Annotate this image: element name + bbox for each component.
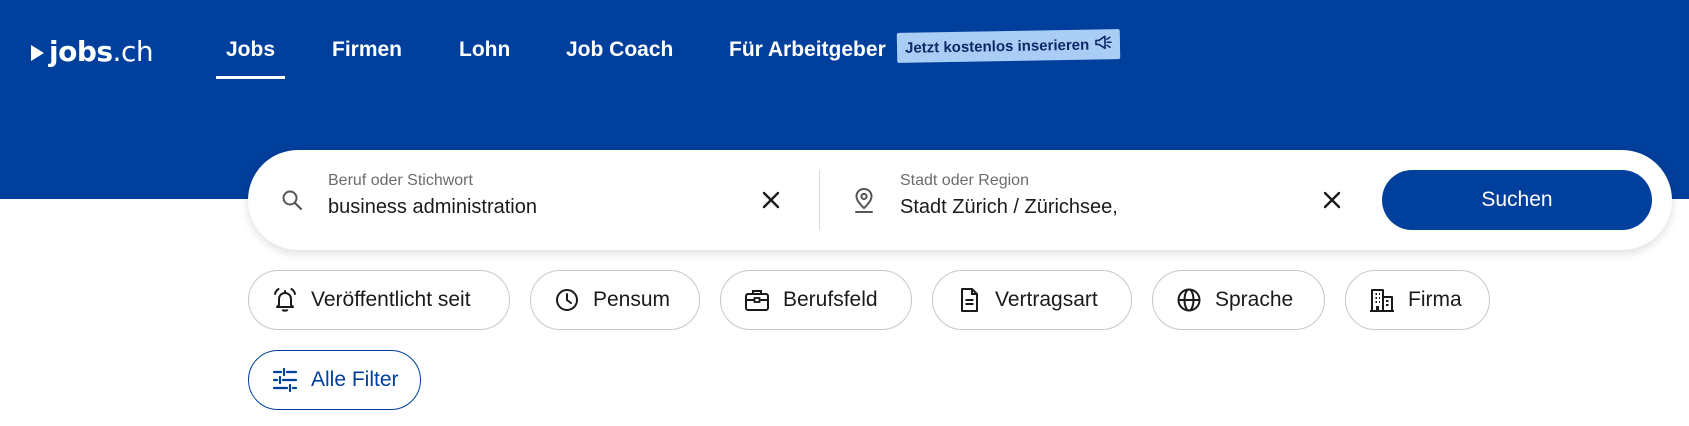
building-icon: [1370, 289, 1394, 312]
filter-firma[interactable]: Firma: [1345, 270, 1490, 330]
jobs-ch-logo[interactable]: jobs.ch: [31, 34, 154, 68]
nav-firmen[interactable]: Firmen: [332, 38, 402, 62]
keyword-field[interactable]: Beruf oder Stichwort: [248, 150, 819, 250]
filter-label: Sprache: [1215, 288, 1294, 311]
nav-job-coach[interactable]: Job Coach: [566, 38, 673, 62]
clear-keyword-button[interactable]: [757, 186, 785, 214]
bell-icon: [274, 288, 296, 312]
document-icon: [961, 288, 978, 312]
all-filters-button[interactable]: Alle Filter: [248, 350, 421, 410]
search-bar: Beruf oder Stichwort Stadt oder Region S…: [248, 150, 1672, 250]
filter-vertragsart[interactable]: Vertragsart: [932, 270, 1132, 330]
nav-fuer-arbeitgeber[interactable]: Für Arbeitgeber: [729, 38, 886, 62]
filter-label: Firma: [1408, 288, 1462, 311]
sliders-icon: [272, 367, 298, 393]
filter-veroeffentlicht-seit[interactable]: Veröffentlicht seit: [248, 270, 510, 330]
keyword-label: Beruf oder Stichwort: [328, 172, 473, 189]
filter-sprache[interactable]: Sprache: [1152, 270, 1325, 330]
close-icon: [1323, 191, 1341, 209]
promo-badge[interactable]: Jetzt kostenlos inserieren: [896, 29, 1121, 63]
all-filters-label: Alle Filter: [311, 368, 399, 391]
promo-label: Jetzt kostenlos inserieren: [904, 36, 1090, 57]
location-input[interactable]: [900, 196, 1280, 219]
location-pin-icon: [852, 186, 876, 219]
filter-label: Pensum: [593, 288, 671, 311]
logo-text: jobs.ch: [49, 34, 154, 68]
filter-pensum[interactable]: Pensum: [530, 270, 700, 330]
play-icon: [31, 44, 44, 61]
megaphone-icon: [1094, 34, 1112, 54]
search-button[interactable]: Suchen: [1382, 170, 1652, 230]
location-field[interactable]: Stadt oder Region: [820, 150, 1370, 250]
keyword-input[interactable]: [328, 196, 728, 219]
globe-icon: [1177, 288, 1201, 312]
clear-location-button[interactable]: [1318, 186, 1346, 214]
filter-label: Berufsfeld: [783, 288, 878, 311]
search-icon: [280, 188, 304, 217]
close-icon: [762, 191, 780, 209]
filter-label: Vertragsart: [995, 288, 1098, 311]
nav-lohn[interactable]: Lohn: [459, 38, 510, 62]
briefcase-icon: [745, 290, 769, 311]
clock-icon: [556, 289, 578, 311]
nav-jobs[interactable]: Jobs: [215, 38, 286, 79]
location-label: Stadt oder Region: [900, 172, 1029, 189]
filter-label: Veröffentlicht seit: [311, 288, 471, 311]
filter-berufsfeld[interactable]: Berufsfeld: [720, 270, 912, 330]
